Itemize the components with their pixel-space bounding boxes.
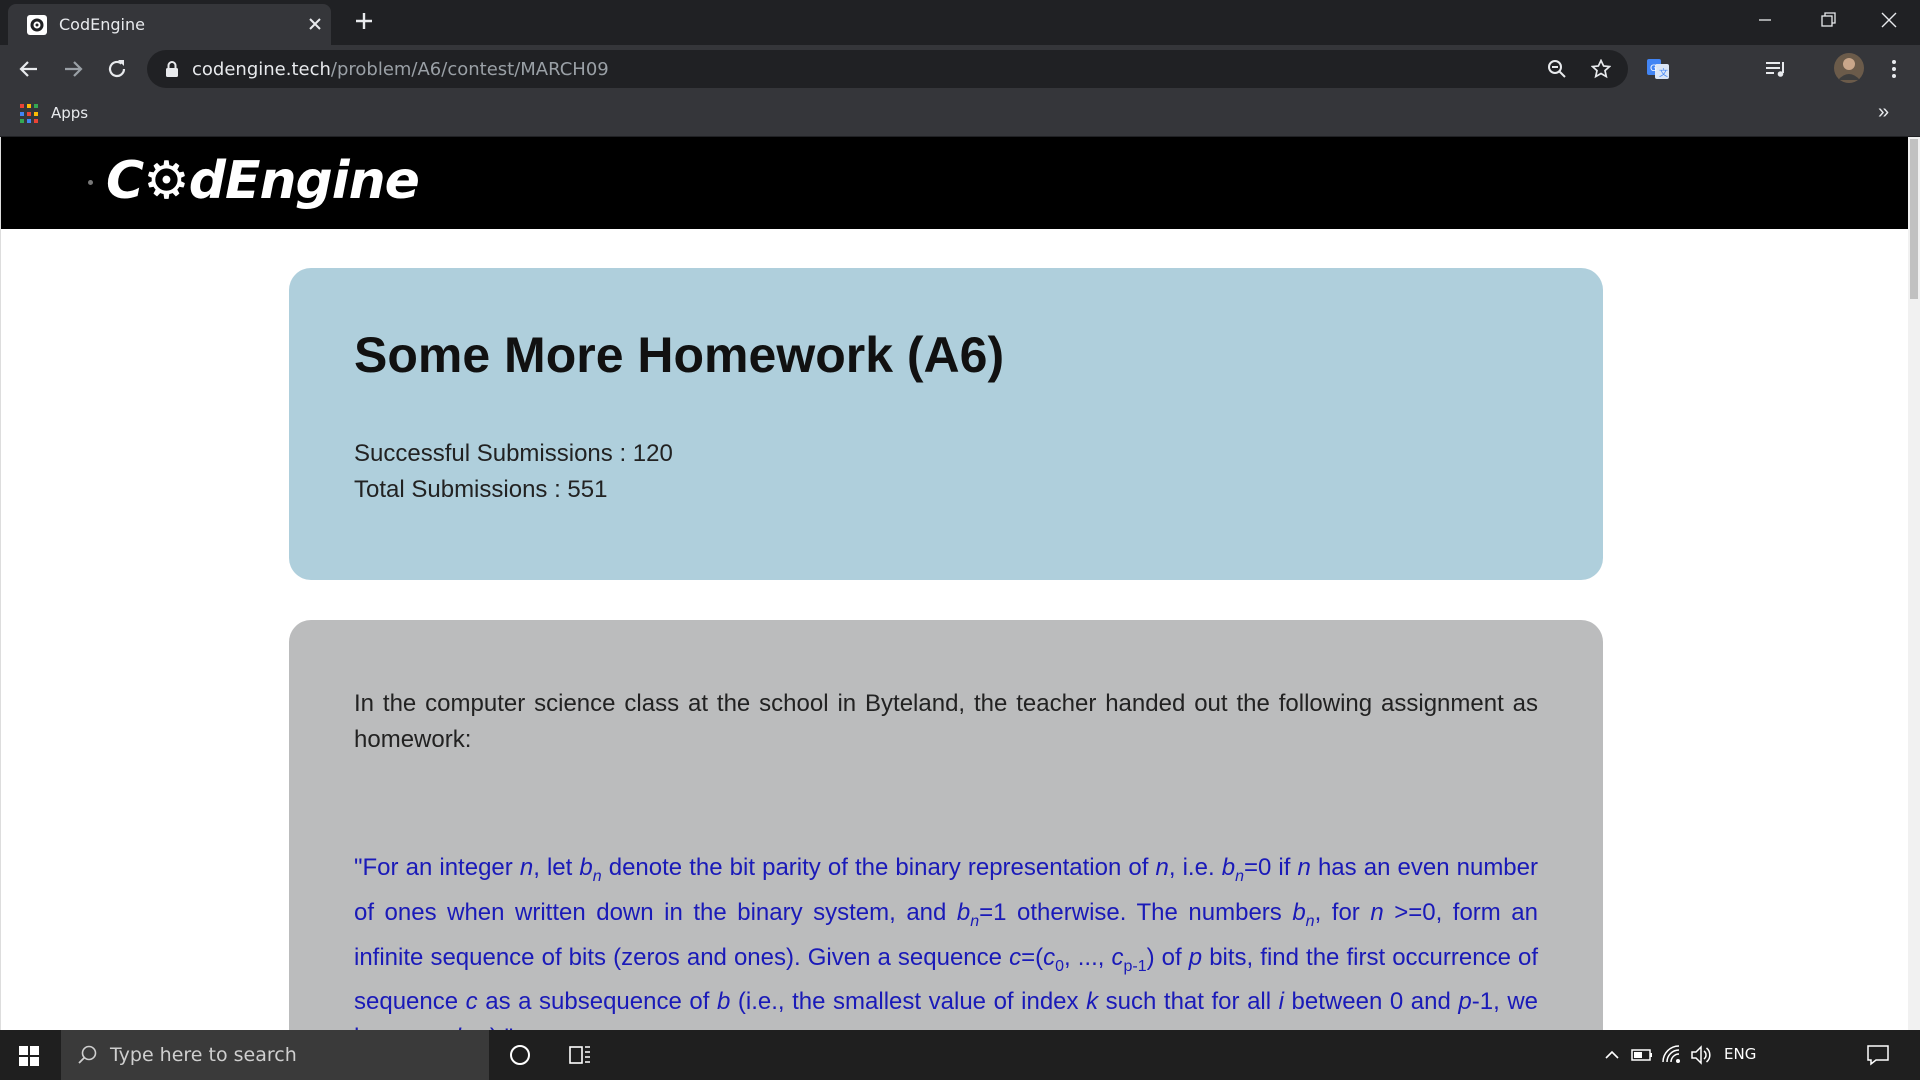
- page-content: C⚙dEngine Some More Homework (A6) Succes…: [0, 137, 1908, 1030]
- taskbar-search[interactable]: Type here to search: [61, 1030, 489, 1080]
- minimize-icon[interactable]: [1742, 4, 1788, 36]
- problem-title: Some More Homework (A6): [354, 327, 1005, 383]
- forward-arrow-icon[interactable]: [60, 56, 86, 82]
- url-text[interactable]: codengine.tech/problem/A6/contest/MARCH0…: [192, 59, 609, 80]
- page-scrollbar[interactable]: [1908, 137, 1920, 1030]
- back-arrow-icon[interactable]: [16, 56, 42, 82]
- windows-start-icon[interactable]: [19, 1046, 39, 1066]
- bookmarks-bar: Apps »: [0, 93, 1920, 137]
- more-menu-icon[interactable]: [1882, 57, 1906, 81]
- problem-intro: In the computer science class at the sch…: [354, 690, 1538, 753]
- codengine-favicon-icon: [27, 15, 47, 35]
- close-window-icon[interactable]: [1866, 4, 1912, 36]
- assignment-quote: "For an integer n, let bn denote the bit…: [354, 854, 1539, 1030]
- volume-icon[interactable]: [1689, 1043, 1713, 1067]
- site-header: C⚙dEngine: [1, 137, 1908, 229]
- scrollbar-thumb[interactable]: [1910, 139, 1918, 299]
- codengine-logo[interactable]: C⚙dEngine: [106, 151, 420, 211]
- url-path: /problem/A6/contest/MARCH09: [330, 59, 609, 80]
- bookmarks-overflow-button[interactable]: »: [1878, 101, 1889, 124]
- tab-title: CodEngine: [59, 15, 145, 34]
- cortana-icon[interactable]: [508, 1043, 532, 1067]
- zoom-icon[interactable]: [1547, 59, 1567, 79]
- header-dot: [88, 180, 93, 185]
- show-hidden-icons-icon[interactable]: [1600, 1043, 1624, 1067]
- search-placeholder: Type here to search: [110, 1044, 297, 1066]
- problem-info-card: Some More Homework (A6) Successful Submi…: [289, 268, 1603, 580]
- browser-tab[interactable]: CodEngine: [8, 4, 331, 45]
- battery-icon[interactable]: [1630, 1043, 1654, 1067]
- svg-text:G: G: [1650, 64, 1657, 74]
- media-queue-icon[interactable]: [1764, 57, 1788, 81]
- lock-icon[interactable]: [165, 61, 179, 77]
- wifi-icon[interactable]: [1660, 1043, 1684, 1067]
- tab-strip: CodEngine: [0, 0, 1920, 45]
- bookmark-apps[interactable]: Apps: [51, 104, 88, 122]
- search-icon: [77, 1044, 99, 1066]
- problem-description-card: In the computer science class at the sch…: [289, 620, 1603, 1030]
- close-tab-icon[interactable]: [304, 13, 326, 35]
- address-bar[interactable]: codengine.tech/problem/A6/contest/MARCH0…: [147, 50, 1628, 88]
- browser-toolbar: codengine.tech/problem/A6/contest/MARCH0…: [0, 45, 1920, 93]
- language-indicator[interactable]: ENG: [1724, 1045, 1756, 1063]
- reload-icon[interactable]: [104, 56, 130, 82]
- notifications-icon[interactable]: [1866, 1043, 1890, 1067]
- profile-avatar[interactable]: [1833, 52, 1865, 84]
- google-translate-icon[interactable]: G文: [1646, 57, 1670, 81]
- apps-grid-icon[interactable]: [20, 104, 40, 124]
- restore-icon[interactable]: [1805, 4, 1851, 36]
- bookmark-star-icon[interactable]: [1590, 58, 1612, 79]
- successful-submissions: Successful Submissions : 120: [354, 440, 673, 467]
- new-tab-icon[interactable]: [352, 9, 376, 33]
- svg-text:文: 文: [1659, 67, 1668, 79]
- url-host: codengine.tech: [192, 59, 331, 80]
- taskbar: Type here to search ENG: [0, 1030, 1920, 1080]
- total-submissions: Total Submissions : 551: [354, 476, 608, 503]
- task-view-icon[interactable]: [568, 1043, 592, 1067]
